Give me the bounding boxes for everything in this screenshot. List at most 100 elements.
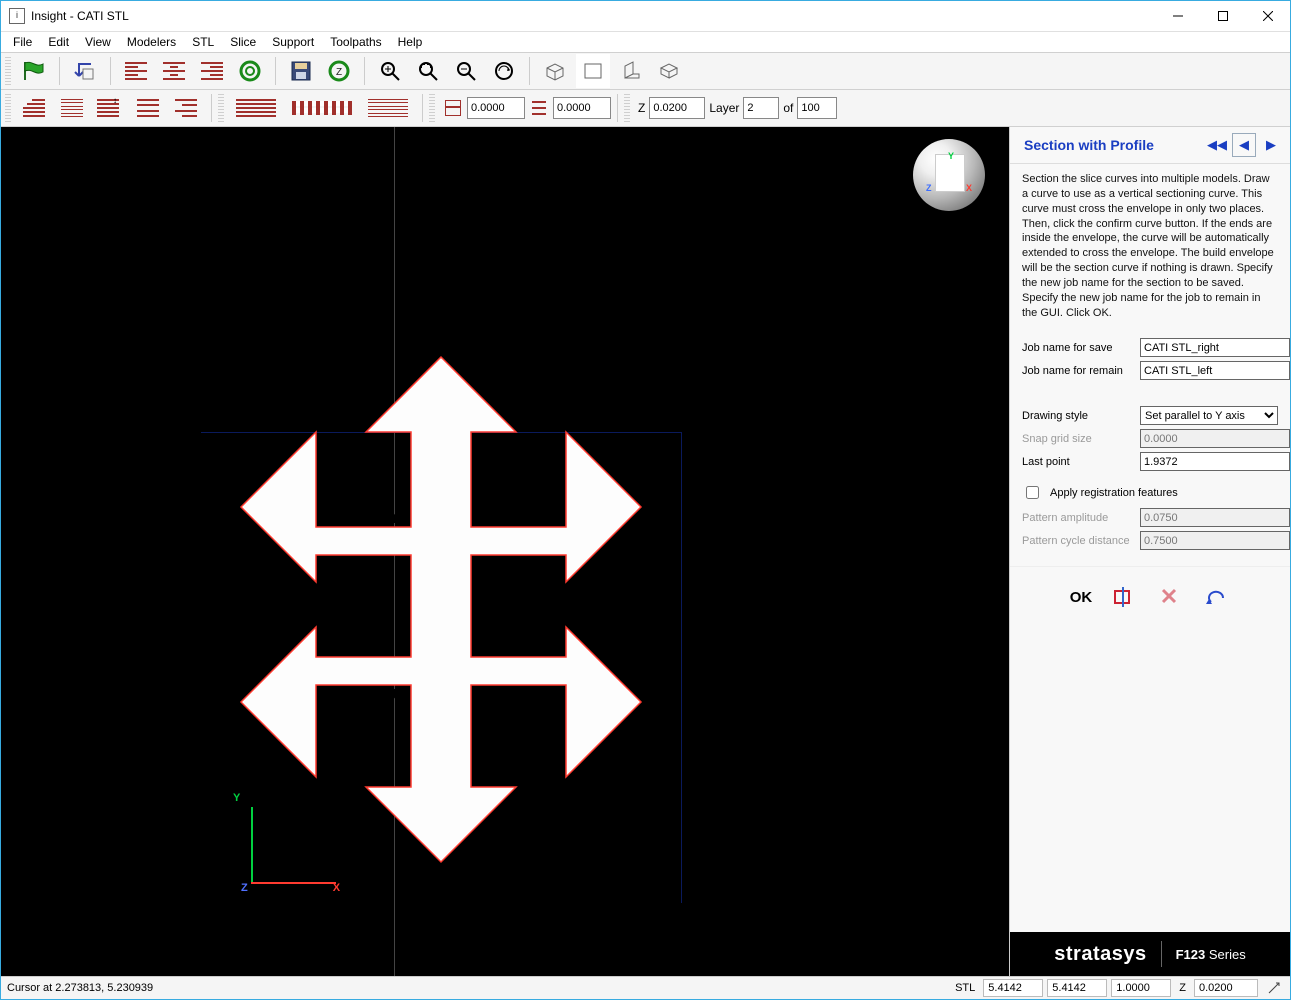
status-z-value: 0.0200 bbox=[1194, 979, 1258, 997]
align-left-icon[interactable] bbox=[119, 54, 153, 88]
app-window: i Insight - CATI STL File Edit View Mode… bbox=[0, 0, 1291, 1000]
viewport-3d[interactable]: Y X Z Y Z X bbox=[1, 127, 1010, 976]
select-drawing-style[interactable]: Set parallel to Y axis bbox=[1140, 406, 1278, 425]
input-snap-grid bbox=[1140, 429, 1290, 448]
indent-2-icon[interactable] bbox=[55, 91, 89, 125]
menu-view[interactable]: View bbox=[77, 33, 119, 51]
menu-slice[interactable]: Slice bbox=[222, 33, 264, 51]
z-label: Z bbox=[638, 101, 645, 115]
menu-file[interactable]: File bbox=[5, 33, 40, 51]
undo-icon[interactable] bbox=[1202, 585, 1230, 609]
z-input[interactable] bbox=[649, 97, 705, 119]
toolbar-grip[interactable] bbox=[624, 94, 630, 122]
app-icon: i bbox=[9, 8, 25, 24]
menu-stl[interactable]: STL bbox=[184, 33, 222, 51]
maximize-button[interactable] bbox=[1200, 2, 1245, 31]
label-job-remain: Job name for remain bbox=[1022, 365, 1140, 377]
toolbar-grip[interactable] bbox=[5, 94, 11, 122]
cancel-icon[interactable] bbox=[1156, 585, 1184, 609]
view-iso-icon[interactable] bbox=[538, 54, 572, 88]
panel-nav-first-icon[interactable]: ◀◀ bbox=[1206, 134, 1228, 156]
toolbar-secondary: ↕ Z Layer of bbox=[1, 90, 1290, 127]
pattern-solid-icon[interactable] bbox=[230, 91, 282, 125]
input-pattern-cycle bbox=[1140, 531, 1290, 550]
circle-green-icon[interactable] bbox=[233, 54, 267, 88]
ok-button[interactable]: OK bbox=[1070, 589, 1093, 606]
status-tool-icon[interactable] bbox=[1262, 978, 1286, 998]
view-top-icon[interactable] bbox=[652, 54, 686, 88]
input-job-save[interactable] bbox=[1140, 338, 1290, 357]
close-button[interactable] bbox=[1245, 2, 1290, 31]
menu-edit[interactable]: Edit bbox=[40, 33, 77, 51]
toolbar-grip[interactable] bbox=[218, 94, 224, 122]
input-job-remain[interactable] bbox=[1140, 361, 1290, 380]
view-front-icon[interactable] bbox=[576, 54, 610, 88]
brand-bar: stratasys F123 Series bbox=[1010, 932, 1290, 976]
indent-3-icon[interactable]: ↕ bbox=[93, 91, 127, 125]
toolbars: Z ↕ bbox=[1, 52, 1290, 127]
panel-header: Section with Profile ◀◀ ◀ ▶ bbox=[1010, 127, 1290, 164]
align-right-icon[interactable] bbox=[195, 54, 229, 88]
brand-company: stratasys bbox=[1054, 943, 1146, 966]
panel-nav-next-icon[interactable]: ▶ bbox=[1260, 134, 1282, 156]
pattern-thin-icon[interactable] bbox=[362, 91, 414, 125]
panel-nav-prev-icon[interactable]: ◀ bbox=[1232, 133, 1256, 157]
label-snap-grid: Snap grid size bbox=[1022, 433, 1140, 445]
status-bar: Cursor at 2.273813, 5.230939 STL 5.4142 … bbox=[1, 976, 1290, 999]
origin-axes: Y Z X bbox=[233, 792, 340, 894]
input-last-point-x[interactable] bbox=[1140, 452, 1290, 471]
circle-z-icon[interactable]: Z bbox=[322, 54, 356, 88]
zoom-out-icon[interactable] bbox=[449, 54, 483, 88]
layer-input[interactable] bbox=[743, 97, 779, 119]
input-pattern-amplitude bbox=[1140, 508, 1290, 527]
panel-title: Section with Profile bbox=[1024, 137, 1202, 153]
menu-help[interactable]: Help bbox=[390, 33, 431, 51]
toolbar-grip[interactable] bbox=[5, 57, 11, 85]
view-side-icon[interactable] bbox=[614, 54, 648, 88]
flag-green-icon[interactable] bbox=[17, 54, 51, 88]
menu-toolpaths[interactable]: Toolpaths bbox=[322, 33, 389, 51]
width-2-input[interactable] bbox=[553, 97, 611, 119]
label-job-save: Job name for save bbox=[1022, 342, 1140, 354]
confirm-curve-icon[interactable] bbox=[1110, 585, 1138, 609]
label-drawing-style: Drawing style bbox=[1022, 410, 1140, 422]
zoom-in-icon[interactable] bbox=[373, 54, 407, 88]
indent-5-icon[interactable] bbox=[169, 91, 203, 125]
width-1-input[interactable] bbox=[467, 97, 525, 119]
rotate-view-icon[interactable] bbox=[487, 54, 521, 88]
label-apply-registration: Apply registration features bbox=[1050, 487, 1178, 499]
toolbar-grip[interactable] bbox=[429, 94, 435, 122]
width-1-icon[interactable] bbox=[441, 91, 465, 125]
pattern-dash-icon[interactable] bbox=[286, 91, 358, 125]
total-layers-input[interactable] bbox=[797, 97, 837, 119]
of-label: of bbox=[783, 101, 793, 115]
axis-y-label: Y bbox=[233, 792, 340, 804]
window-title: Insight - CATI STL bbox=[31, 9, 129, 23]
align-center-icon[interactable] bbox=[157, 54, 191, 88]
orb-x-label: X bbox=[966, 183, 972, 193]
checkbox-apply-registration[interactable] bbox=[1026, 486, 1039, 499]
indent-1-icon[interactable] bbox=[17, 91, 51, 125]
menu-bar: File Edit View Modelers STL Slice Suppor… bbox=[1, 32, 1290, 52]
indent-4-icon[interactable] bbox=[131, 91, 165, 125]
menu-support[interactable]: Support bbox=[264, 33, 322, 51]
panel-form: Job name for save Job name for remain Dr… bbox=[1010, 330, 1290, 558]
panel-action-row: OK bbox=[1010, 566, 1290, 619]
zoom-fit-icon[interactable] bbox=[411, 54, 445, 88]
brand-series: F123 Series bbox=[1176, 947, 1246, 962]
status-dim3: 1.0000 bbox=[1111, 979, 1171, 997]
side-panel: Section with Profile ◀◀ ◀ ▶ Section the … bbox=[1010, 127, 1290, 976]
width-2-icon[interactable] bbox=[527, 91, 551, 125]
label-last-point: Last point bbox=[1022, 456, 1140, 468]
orient-icon[interactable] bbox=[68, 54, 102, 88]
menu-modelers[interactable]: Modelers bbox=[119, 33, 184, 51]
svg-text:Z: Z bbox=[336, 67, 342, 78]
label-pattern-cycle: Pattern cycle distance bbox=[1022, 535, 1140, 547]
status-cursor: Cursor at 2.273813, 5.230939 bbox=[3, 980, 947, 996]
status-dim1: 5.4142 bbox=[983, 979, 1043, 997]
save-icon[interactable] bbox=[284, 54, 318, 88]
label-pattern-amplitude: Pattern amplitude bbox=[1022, 512, 1140, 524]
view-cube[interactable]: Y X Z bbox=[913, 139, 985, 211]
title-bar: i Insight - CATI STL bbox=[1, 1, 1290, 32]
minimize-button[interactable] bbox=[1155, 2, 1200, 31]
